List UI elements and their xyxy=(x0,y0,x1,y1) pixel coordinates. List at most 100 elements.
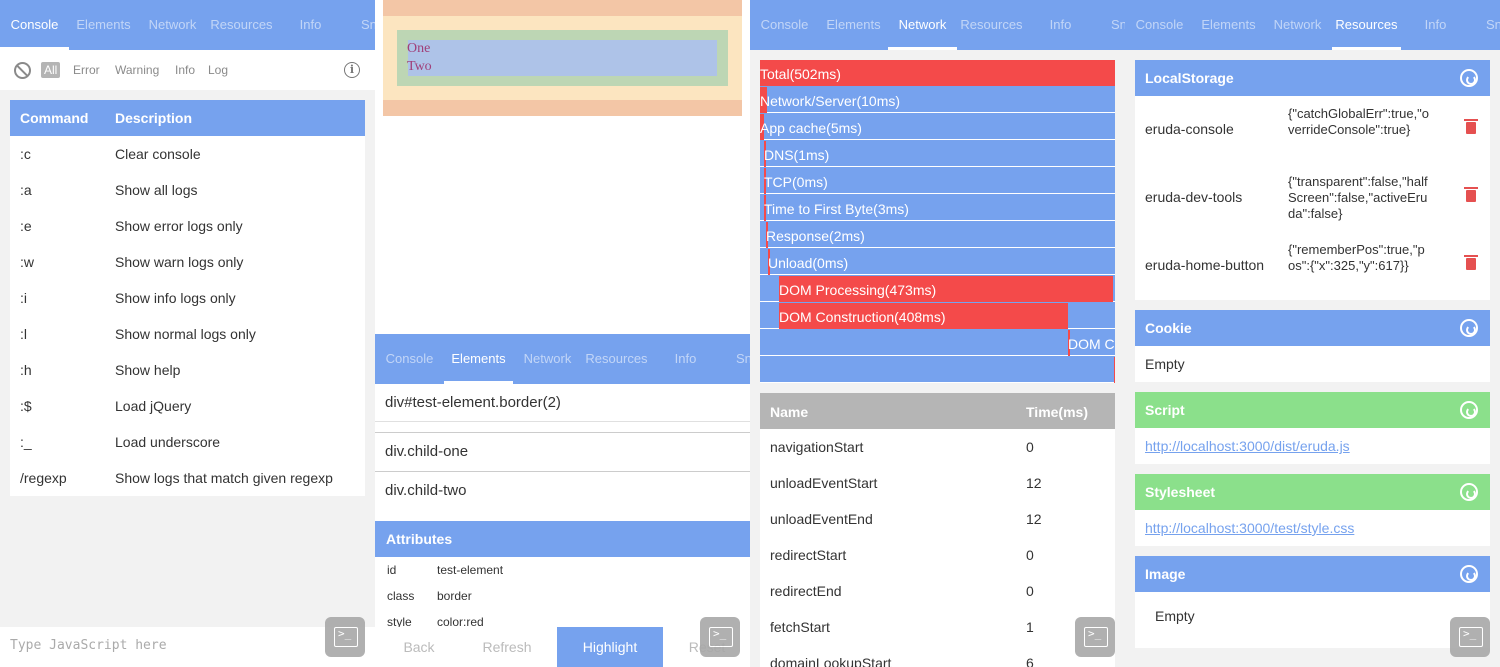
command-text: :h xyxy=(20,362,32,378)
tab-snippets[interactable]: Sni xyxy=(1470,0,1500,50)
tab-resources[interactable]: Resources xyxy=(957,0,1026,50)
tab-snippets[interactable]: Sni xyxy=(1095,0,1125,50)
column-description: Description xyxy=(115,110,193,126)
tab-resources[interactable]: Resources xyxy=(582,334,651,384)
storage-key: eruda-dev-tools xyxy=(1145,189,1243,205)
timing-bar-label: App cache(5ms) xyxy=(760,120,862,136)
refresh-icon[interactable] xyxy=(1460,565,1478,583)
column-time: Time(ms) xyxy=(1026,404,1088,420)
terminal-icon[interactable]: >_ xyxy=(700,617,740,657)
delete-icon[interactable] xyxy=(1464,255,1478,270)
refresh-icon[interactable] xyxy=(1460,319,1478,337)
tab-console[interactable]: Console xyxy=(375,334,444,384)
command-text: :c xyxy=(20,146,31,162)
storage-value: {"transparent":false,"halfScreen":false,… xyxy=(1288,174,1428,221)
tab-network[interactable]: Network xyxy=(1263,0,1332,50)
timing-bar: Network/Server(10ms) xyxy=(760,87,1115,113)
child-element[interactable]: div.child-two xyxy=(375,471,750,510)
timing-table-header: Name Time(ms) xyxy=(760,393,1115,429)
timing-bar-label: Response(2ms) xyxy=(766,228,865,244)
command-description: Show logs that match given regexp xyxy=(115,470,333,486)
tab-elements[interactable]: Elements xyxy=(1194,0,1263,50)
stylesheet-section: Stylesheet http://localhost:3000/test/st… xyxy=(1135,474,1490,546)
js-input[interactable]: Type JavaScript here xyxy=(0,627,375,667)
stylesheet-link[interactable]: http://localhost:3000/test/style.css xyxy=(1135,510,1490,546)
cookie-title: Cookie xyxy=(1145,320,1192,336)
active-tab-indicator xyxy=(888,47,957,50)
tab-network[interactable]: Network xyxy=(138,0,207,50)
storage-key: eruda-console xyxy=(1145,121,1234,137)
refresh-icon[interactable] xyxy=(1460,69,1478,87)
delete-icon[interactable] xyxy=(1464,187,1478,202)
selected-element-title: div#test-element.border(2) xyxy=(375,384,750,422)
refresh-button[interactable]: Refresh xyxy=(463,627,551,667)
command-description: Load jQuery xyxy=(115,398,192,414)
help-row: :w Show warn logs only xyxy=(10,244,365,280)
content-box: One Two xyxy=(407,40,717,76)
timing-bar-label: Network/Server(10ms) xyxy=(760,93,901,109)
tab-info[interactable]: Info xyxy=(651,334,720,384)
filter-error[interactable]: Error xyxy=(73,63,100,77)
timing-bar-label: DNS(1ms) xyxy=(764,147,830,163)
nav-bar: Console Elements Network Resources Info … xyxy=(0,0,375,50)
clear-console-icon[interactable] xyxy=(14,62,31,79)
preview-text-one: One xyxy=(407,41,431,56)
terminal-icon[interactable]: >_ xyxy=(325,617,365,657)
back-button[interactable]: Back xyxy=(375,627,463,667)
tab-elements[interactable]: Elements xyxy=(69,0,138,50)
tab-console[interactable]: Console xyxy=(0,0,69,50)
attribute-name: id xyxy=(387,563,397,577)
command-text: :w xyxy=(20,254,34,270)
tab-info[interactable]: Info xyxy=(1401,0,1470,50)
terminal-icon[interactable]: >_ xyxy=(1075,617,1115,657)
nav-bar: Console Elements Network Resources Info … xyxy=(375,334,750,384)
refresh-icon[interactable] xyxy=(1460,401,1478,419)
filter-info[interactable]: Info xyxy=(175,63,195,77)
timing-row: domainLookupStart 6 xyxy=(760,645,1115,667)
timing-bar-label: DOM C xyxy=(1068,336,1115,352)
refresh-icon[interactable] xyxy=(1460,483,1478,501)
tab-resources[interactable]: Resources xyxy=(1332,0,1401,50)
timing-name: redirectStart xyxy=(770,547,847,563)
filter-warning[interactable]: Warning xyxy=(115,63,159,77)
tab-network[interactable]: Network xyxy=(888,0,957,50)
timing-bar: DOM C xyxy=(760,330,1115,356)
timing-bar: App cache(5ms) xyxy=(760,114,1115,140)
help-row: :c Clear console xyxy=(10,136,365,172)
terminal-icon[interactable]: >_ xyxy=(1450,617,1490,657)
stylesheet-title: Stylesheet xyxy=(1145,484,1216,500)
localstorage-row: eruda-console {"catchGlobalErr":true,"ove… xyxy=(1135,96,1490,164)
child-element[interactable]: div.child-one xyxy=(375,432,750,471)
filter-log[interactable]: Log xyxy=(208,63,228,77)
localstorage-title: LocalStorage xyxy=(1145,70,1234,86)
timing-value: 12 xyxy=(1026,511,1042,527)
highlight-button[interactable]: Highlight xyxy=(557,627,663,667)
image-empty: Empty xyxy=(1155,608,1195,624)
active-tab-indicator xyxy=(1332,47,1401,50)
filter-all[interactable]: All xyxy=(41,62,61,78)
attribute-name: class xyxy=(387,589,415,603)
tab-snippets[interactable]: Sni xyxy=(345,0,375,50)
command-text: :e xyxy=(20,218,32,234)
command-description: Show normal logs only xyxy=(115,326,256,342)
tab-console[interactable]: Console xyxy=(750,0,819,50)
timing-row: redirectEnd 0 xyxy=(760,573,1115,609)
tab-resources[interactable]: Resources xyxy=(207,0,276,50)
command-description: Show all logs xyxy=(115,182,198,198)
delete-icon[interactable] xyxy=(1464,119,1478,134)
tab-elements[interactable]: Elements xyxy=(444,334,513,384)
column-name: Name xyxy=(770,404,809,420)
timing-bar: Time to First Byte(3ms) xyxy=(760,195,1115,221)
timing-bar: DOM Construction(408ms) xyxy=(760,303,1115,329)
tab-elements[interactable]: Elements xyxy=(819,0,888,50)
cookie-header: Cookie xyxy=(1135,310,1490,346)
tab-network[interactable]: Network xyxy=(513,334,582,384)
command-text: :$ xyxy=(20,398,32,414)
tab-console[interactable]: Console xyxy=(1125,0,1194,50)
info-icon[interactable]: i xyxy=(344,62,360,78)
command-text: :a xyxy=(20,182,32,198)
tab-snippets[interactable]: Sni xyxy=(720,334,750,384)
tab-info[interactable]: Info xyxy=(276,0,345,50)
script-link[interactable]: http://localhost:3000/dist/eruda.js xyxy=(1135,428,1490,464)
tab-info[interactable]: Info xyxy=(1026,0,1095,50)
